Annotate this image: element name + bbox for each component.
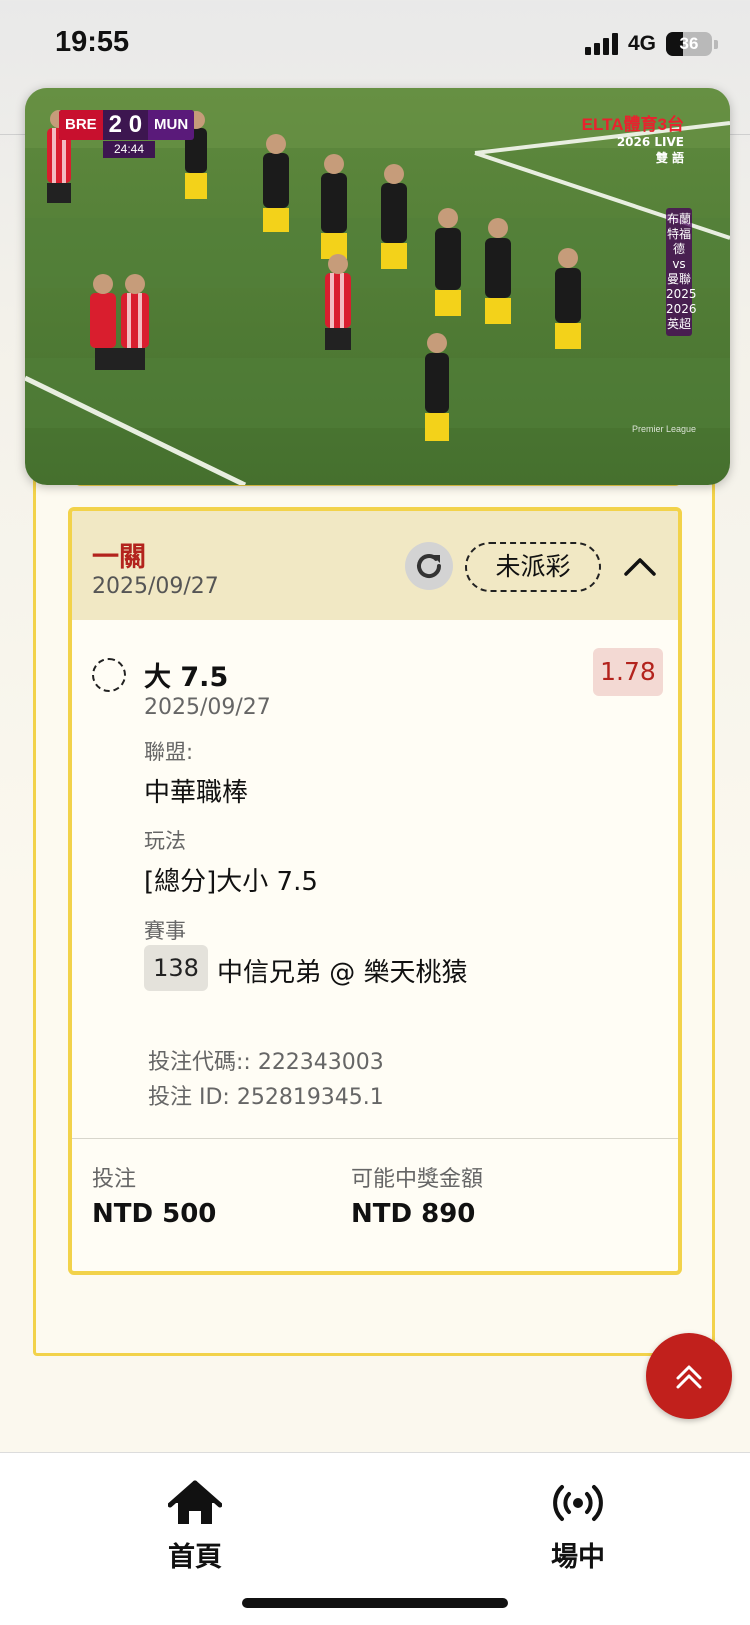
tab-home-label: 首頁 [168,1542,222,1573]
bet-code: 投注代碼:: 222343003 [148,1050,384,1075]
selection-name: 大 7.5 [144,662,229,693]
payout-label: 可能中獎金額 [351,1167,484,1192]
back-to-top-button[interactable] [646,1333,732,1419]
tab-live-label: 場中 [551,1542,605,1573]
broadcast-live-tag: 2026 LIVE [616,135,684,149]
bet-type: 一關 [92,542,146,573]
home-team: BRE [59,110,103,140]
refresh-icon [417,554,442,579]
event-name: 中信兄弟 @ 樂天桃猿 [217,958,468,988]
scoreboard: BRE 2 0 MUN [59,110,195,140]
settlement-status-badge: 未派彩 [465,542,601,592]
payout-value: NTD 890 [351,1199,476,1229]
chevron-up-icon [624,558,656,576]
home-indicator[interactable] [242,1598,508,1608]
bet-id: 投注 ID: 252819345.1 [148,1085,384,1110]
status-bar: 19:55 4G 36 [0,0,750,92]
broadcaster-logo: ELTA體育3台 2026 LIVE 雙 語 [582,110,684,166]
away-team: MUN [148,110,195,140]
market-value: [總分]大小 7.5 [144,867,318,897]
broadcaster-name: ELTA體育3台 [581,115,684,134]
match-score: 2 0 [102,110,149,140]
bet-card: 一關 2025/09/27 未派彩 大 7.5 2025/09/27 1.78 … [68,507,682,1275]
pending-status-icon [92,658,126,692]
competition-tag: 布蘭特福德 vs 曼聯 2025 2026 英超 [666,208,697,336]
status-indicators: 4G 36 [584,32,718,56]
league-label: 聯盟: [144,740,194,764]
event-label: 賽事 [144,919,186,943]
live-broadcast-icon [553,1485,603,1521]
double-chevron-up-icon [676,1365,702,1389]
stake-label: 投注 [92,1167,137,1192]
event-number-badge: 138 [144,945,208,991]
home-icon [167,1480,223,1524]
tab-live[interactable]: 場中 [508,1479,648,1574]
battery-tip [714,39,718,49]
collapse-button[interactable] [620,547,660,587]
league-watermark: Premier League [631,424,696,434]
market-label: 玩法 [144,829,186,853]
network-type: 4G [627,32,656,55]
stake-value: NTD 500 [92,1199,217,1229]
league-value: 中華職棒 [144,778,249,808]
status-time: 19:55 [55,26,130,58]
bet-date: 2025/09/27 [92,574,219,599]
selection-date: 2025/09/27 [144,695,271,720]
battery-icon: 36 [666,32,712,56]
live-video-player[interactable]: BRE 2 0 MUN 24:44 ELTA體育3台 2026 LIVE 雙 語… [25,88,730,485]
tab-home[interactable]: 首頁 [125,1479,265,1574]
signal-icon [584,33,618,55]
battery-level: 36 [679,34,699,53]
stake-divider [72,1138,678,1139]
refresh-button[interactable] [405,542,453,590]
odds-badge: 1.78 [593,648,663,696]
match-clock: 24:44 [103,141,155,158]
bet-card-header[interactable]: 一關 2025/09/27 未派彩 [72,511,678,620]
broadcast-language: 雙 語 [655,151,684,165]
